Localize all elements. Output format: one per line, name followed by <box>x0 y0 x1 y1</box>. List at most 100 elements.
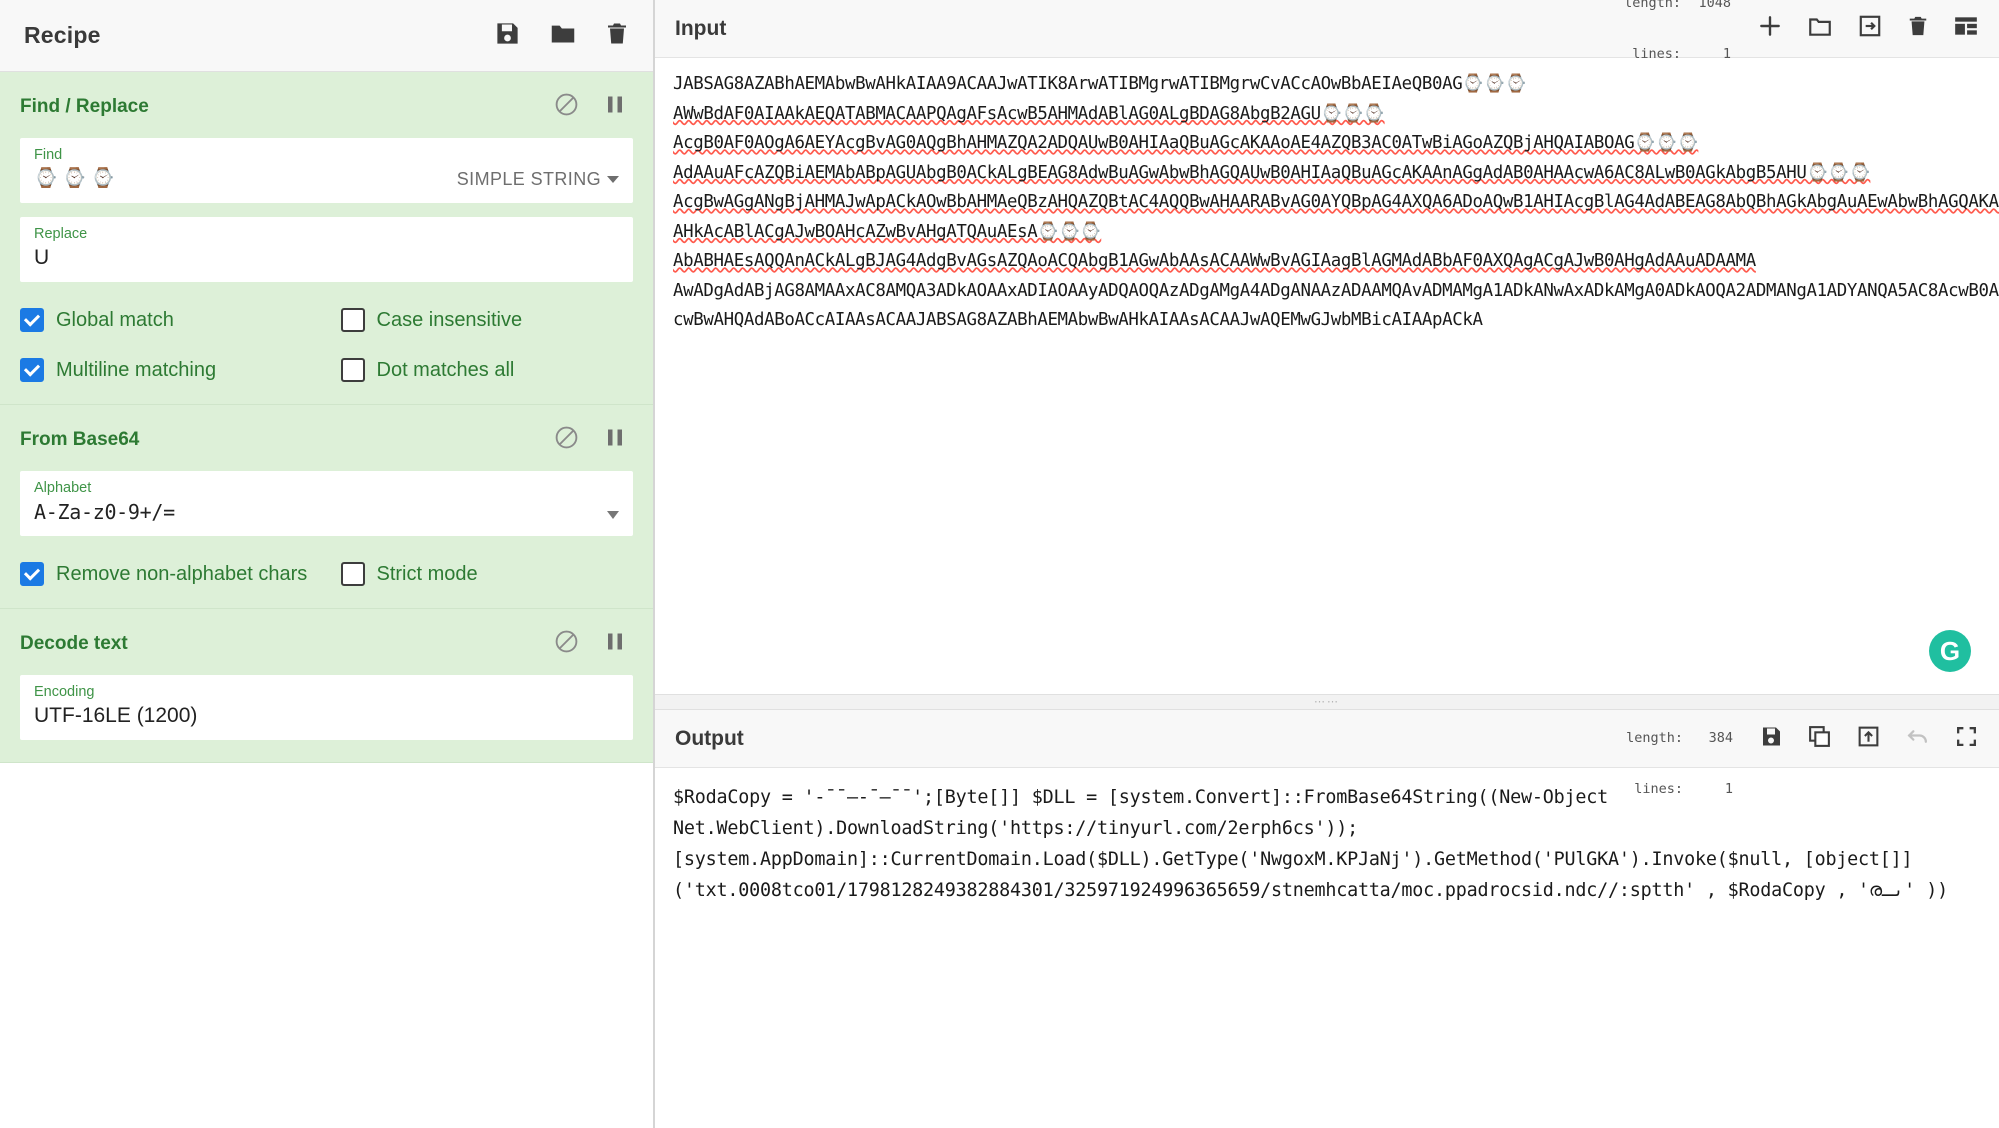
clear-input-icon[interactable] <box>1907 13 1929 44</box>
open-file-as-input-icon[interactable] <box>1857 13 1883 44</box>
output-toolbar <box>1759 724 1985 754</box>
checkbox-multiline-matching[interactable]: Multiline matching <box>20 358 327 382</box>
maximise-output-icon[interactable] <box>1954 724 1979 754</box>
page-title: Recipe <box>24 22 101 49</box>
checkbox-global-match-box[interactable] <box>20 308 44 332</box>
spellcheck-underlined-text: AcgBwAGgANgBjAHMAJwApACkAOwBbAHMAeQBzAHQ… <box>673 192 1999 212</box>
operation-find-replace[interactable]: Find / Replace <box>0 72 653 405</box>
checkbox-global-match[interactable]: Global match <box>20 308 327 332</box>
checkbox-remove-non-alphabet-chars[interactable]: Remove non-alphabet chars <box>20 562 327 586</box>
spellcheck-underlined-text: AdAAuAFcAZQBiAEMAbABpAGUAbgB0ACkALgBEAG8… <box>673 163 1870 183</box>
find-replace-options-row-1: Global match Case insensitive <box>20 308 633 332</box>
input-section: Input length: 1048 lines: 1 <box>655 0 1999 694</box>
chevron-down-icon <box>607 176 619 183</box>
operation-from-base64[interactable]: From Base64 <box>0 405 653 609</box>
output-textarea[interactable]: $RodaCopy = '-¯¯—-¯—¯¯';[Byte[]] $DLL = … <box>655 768 1999 1128</box>
input-line: AWwBdAF0AIAAkAEQATABMACAAPQAgAFsAcwB5AHM… <box>673 100 1983 130</box>
input-line: AwADgAdABjAG8AMAAxAC8AMQA3ADkAOAAxADIAOA… <box>673 277 1983 307</box>
disable-operation-icon[interactable] <box>554 425 579 455</box>
disable-operation-icon[interactable] <box>554 629 579 659</box>
input-line: AbABHAEsAQQAnACkALgBJAG4AdgBvAGsAZQAoACQ… <box>673 247 1983 277</box>
operation-title: Decode text <box>20 633 128 655</box>
cyberchef-app: Recipe <box>0 0 1999 1128</box>
encoding-field[interactable]: Encoding UTF-16LE (1200) <box>20 675 633 740</box>
disable-operation-icon[interactable] <box>554 92 579 122</box>
open-folder-as-input-icon[interactable] <box>1807 13 1833 44</box>
find-field[interactable]: Find ⌚⌚⌚ SIMPLE STRING <box>20 138 633 203</box>
operation-title: From Base64 <box>20 429 139 451</box>
checkbox-case-insensitive[interactable]: Case insensitive <box>327 308 634 332</box>
checkbox-strict-mode[interactable]: Strict mode <box>327 562 634 586</box>
input-tabs-layout-icon[interactable] <box>1953 13 1979 44</box>
recipe-title-bar: Recipe <box>0 0 653 72</box>
replace-input[interactable]: U <box>34 245 619 271</box>
operation-header: Find / Replace <box>20 90 633 124</box>
find-field-label: Find <box>34 147 457 163</box>
alphabet-select-value[interactable]: A-Za-z0-9+/= <box>34 499 607 525</box>
load-recipe-icon[interactable] <box>549 20 577 52</box>
checkbox-dot-matches-all[interactable]: Dot matches all <box>327 358 634 382</box>
chevron-down-icon[interactable] <box>607 511 619 519</box>
find-type-label: SIMPLE STRING <box>457 169 601 190</box>
checkbox-dot-matches-all-box[interactable] <box>341 358 365 382</box>
input-title-bar: Input length: 1048 lines: 1 <box>655 0 1999 58</box>
checkbox-multiline-matching-box[interactable] <box>20 358 44 382</box>
recipe-empty-area[interactable] <box>0 763 653 1128</box>
find-type-dropdown[interactable]: SIMPLE STRING <box>457 169 619 192</box>
operation-controls <box>554 425 633 455</box>
checkbox-global-match-label: Global match <box>56 309 174 332</box>
grammarly-icon[interactable]: G <box>1929 630 1971 672</box>
pause-operation-icon[interactable] <box>605 629 625 659</box>
operation-header: Decode text <box>20 627 633 661</box>
find-replace-options-row-2: Multiline matching Dot matches all <box>20 358 633 382</box>
save-recipe-icon[interactable] <box>494 20 521 52</box>
checkbox-case-insensitive-box[interactable] <box>341 308 365 332</box>
checkbox-remove-non-alphabet-chars-box[interactable] <box>20 562 44 586</box>
output-section: Output time: 1ms length: 384 lines: 1 <box>655 710 1999 1128</box>
input-line: AcgB0AF0AOgA6AEYAcgBvAG0AQgBhAHMAZQA2ADQ… <box>673 129 1983 159</box>
add-input-tab-icon[interactable] <box>1757 13 1783 44</box>
input-line: AcgBwAGgANgBjAHMAJwApACkAOwBbAHMAeQBzAHQ… <box>673 188 1983 218</box>
checkbox-strict-mode-box[interactable] <box>341 562 365 586</box>
checkbox-strict-mode-label: Strict mode <box>377 563 478 586</box>
alphabet-field[interactable]: Alphabet A-Za-z0-9+/= <box>20 471 633 536</box>
clear-recipe-icon[interactable] <box>605 20 629 52</box>
input-line: AdAAuAFcAZQBiAEMAbABpAGUAbgB0ACkALgBEAG8… <box>673 159 1983 189</box>
input-length-label: length: <box>1624 0 1681 12</box>
alphabet-field-label: Alphabet <box>34 480 607 496</box>
save-output-icon[interactable] <box>1759 724 1783 754</box>
find-input[interactable]: ⌚⌚⌚ <box>34 166 457 192</box>
operation-controls <box>554 92 633 122</box>
input-toolbar <box>1757 13 1985 44</box>
checkbox-dot-matches-all-label: Dot matches all <box>377 359 515 382</box>
operation-decode-text[interactable]: Decode text <box>0 609 653 763</box>
pause-operation-icon[interactable] <box>605 425 625 455</box>
output-title: Output <box>675 727 744 751</box>
io-splitter-handle[interactable]: ⋯⋯ <box>655 694 1999 710</box>
operation-controls <box>554 629 633 659</box>
spellcheck-underlined-text: AcgB0AF0AOgA6AEYAcgBvAG0AQgBhAHMAZQA2ADQ… <box>673 133 1698 153</box>
spellcheck-underlined-text: AbABHAEsAQQAnACkALgBJAG4AdgBvAGsAZQAoACQ… <box>673 251 1756 271</box>
replace-input-with-output-icon[interactable] <box>1856 724 1881 754</box>
spellcheck-underlined-text: AHkAcABlACgAJwBOAHcAZwBvAHgATQAuAEsA⌚⌚⌚ <box>673 222 1101 242</box>
pause-operation-icon[interactable] <box>605 92 625 122</box>
operation-header: From Base64 <box>20 423 633 457</box>
input-line: cwBwAHQAdABoACcAIAAsACAAJABSAG8AZABhAEMA… <box>673 306 1983 336</box>
encoding-field-label: Encoding <box>34 684 619 700</box>
output-length-value: 384 <box>1691 730 1733 747</box>
undo-bake-icon[interactable] <box>1905 724 1930 754</box>
splitter-grip-icon: ⋯⋯ <box>1314 699 1340 705</box>
copy-output-icon[interactable] <box>1807 724 1832 754</box>
replace-field[interactable]: Replace U <box>20 217 633 282</box>
operation-title: Find / Replace <box>20 96 149 118</box>
checkbox-multiline-matching-label: Multiline matching <box>56 359 216 382</box>
encoding-select-value[interactable]: UTF-16LE (1200) <box>34 703 619 729</box>
input-line: JABSAG8AZABhAEMAbwBwAHkAIAA9ACAAJwATIK8A… <box>673 70 1983 100</box>
recipe-operation-list: Find / Replace <box>0 72 653 763</box>
checkbox-remove-non-alphabet-chars-label: Remove non-alphabet chars <box>56 563 307 586</box>
input-line: AHkAcABlACgAJwBOAHcAZwBvAHgATQAuAEsA⌚⌚⌚ <box>673 218 1983 248</box>
recipe-toolbar <box>494 20 629 52</box>
input-textarea[interactable]: JABSAG8AZABhAEMAbwBwAHkAIAA9ACAAJwATIK8A… <box>655 58 1999 694</box>
input-title: Input <box>675 17 726 41</box>
spellcheck-underlined-text: AWwBdAF0AIAAkAEQATABMACAAPQAgAFsAcwB5AHM… <box>673 104 1385 124</box>
